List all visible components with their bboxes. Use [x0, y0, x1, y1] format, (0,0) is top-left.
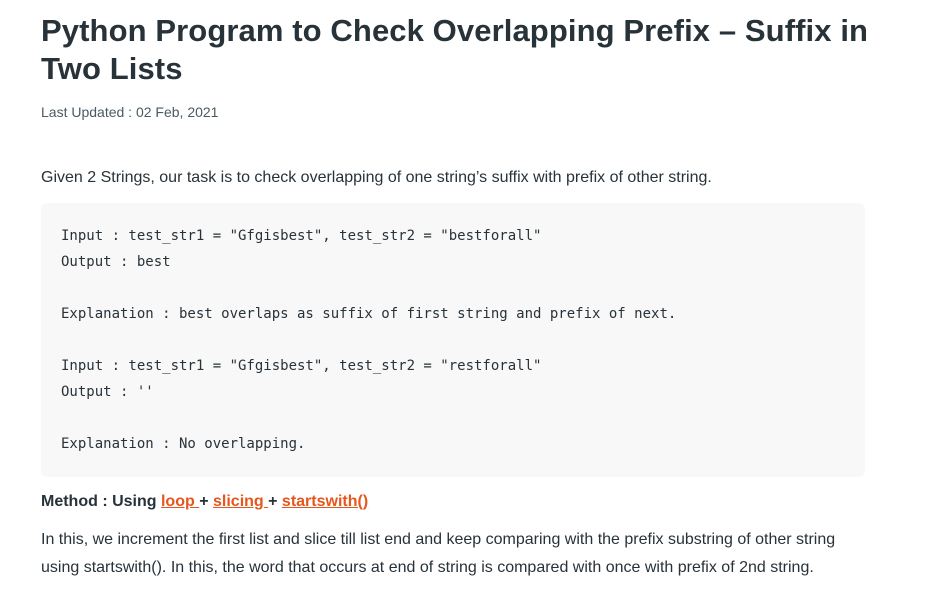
code-line: Explanation : best overlaps as suffix of…: [61, 306, 677, 322]
intro-paragraph: Given 2 Strings, our task is to check ov…: [41, 169, 712, 186]
code-line: Input : test_str1 = "Gfgisbest", test_st…: [61, 228, 542, 244]
loop-link[interactable]: loop: [161, 493, 199, 510]
method-description: In this, we increment the first list and…: [41, 531, 836, 576]
plus-separator: +: [199, 493, 213, 510]
plus-separator: +: [268, 493, 282, 510]
method-heading: Method : Using loop + slicing + startswi…: [41, 490, 871, 514]
code-line: Explanation : No overlapping.: [61, 436, 306, 452]
code-block: Input : test_str1 = "Gfgisbest", test_st…: [41, 203, 865, 477]
code-line: Input : test_str1 = "Gfgisbest", test_st…: [61, 358, 542, 374]
article-container: Python Program to Check Overlapping Pref…: [41, 0, 871, 582]
last-updated: Last Updated : 02 Feb, 2021: [41, 104, 219, 120]
code-line: Output : best: [61, 254, 171, 270]
method-prefix: Method : Using: [41, 493, 161, 510]
startswith-link[interactable]: startswith(): [282, 493, 368, 510]
article-title: Python Program to Check Overlapping Pref…: [41, 13, 869, 86]
slicing-link[interactable]: slicing: [213, 493, 268, 510]
code-line: Output : '': [61, 384, 154, 400]
